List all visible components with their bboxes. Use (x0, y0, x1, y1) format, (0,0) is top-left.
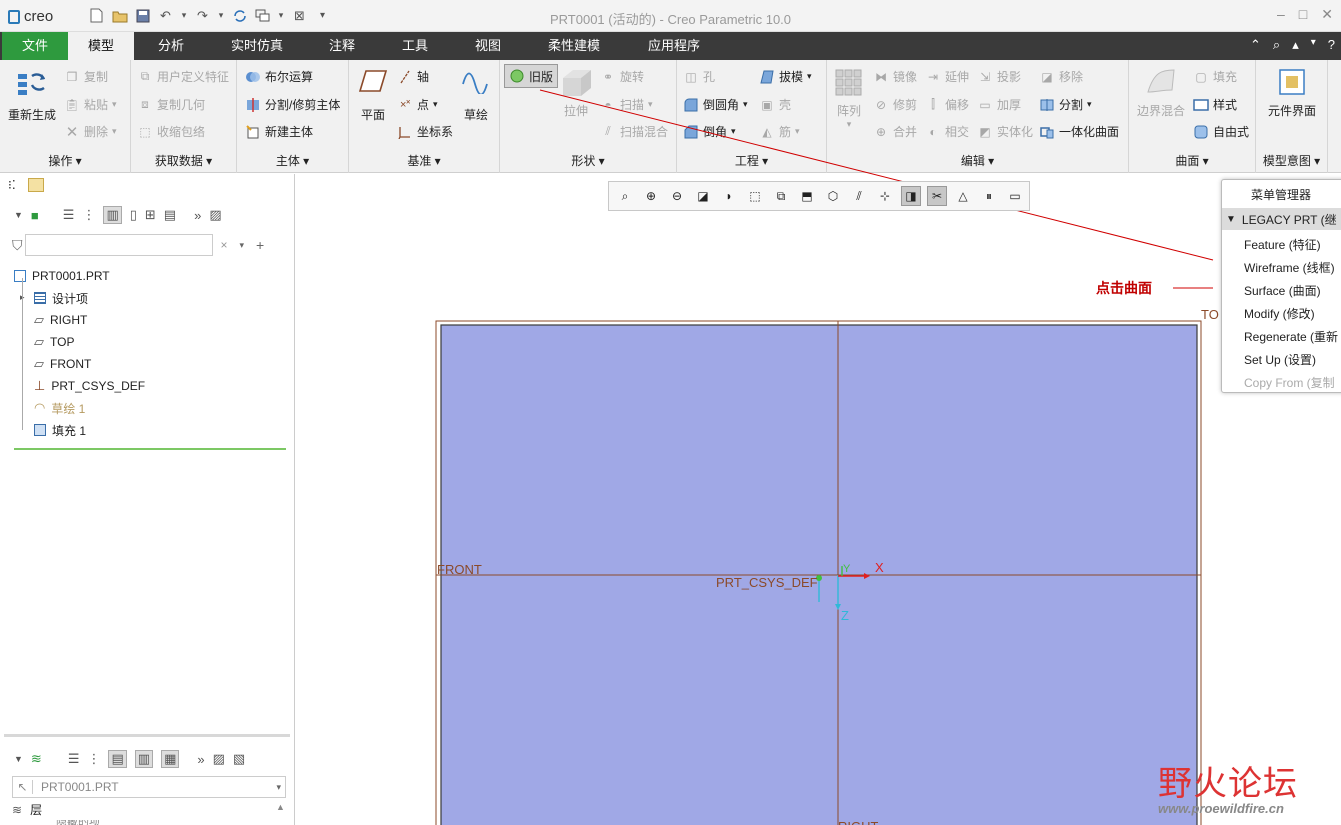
zoom-in-icon[interactable]: ⊕ (641, 186, 661, 206)
display-style-icon[interactable]: ◗ (719, 186, 739, 206)
watermark-logo: 野火论坛 (1158, 756, 1298, 805)
annotation-leader-line (539, 89, 1214, 261)
menu-manager: 菜单管理器 ▼ LEGACY PRT (继 Feature (特征) Wirefr… (1221, 179, 1341, 393)
refit-icon[interactable]: ⌕ (615, 186, 635, 206)
section-icon[interactable]: ⬡ (823, 186, 843, 206)
label-x-axis: X (875, 560, 884, 575)
label-right: RIGHT (838, 819, 878, 825)
csys-display-icon[interactable]: ✂ (927, 186, 947, 206)
repaint-icon[interactable]: ◪ (693, 186, 713, 206)
perspective-icon[interactable]: ⬒ (797, 186, 817, 206)
menu-item-regenerate[interactable]: Regenerate (重新 (1244, 328, 1338, 345)
menu-item-copy-from[interactable]: Copy From (复制 (1244, 374, 1335, 391)
datum-display-icon[interactable]: ⫽ (849, 186, 869, 206)
watermark-url: www.proewildfire.cn (1158, 801, 1284, 816)
menu-manager-header[interactable]: ▼ LEGACY PRT (继 (1222, 208, 1341, 230)
point-display-icon[interactable]: △ (953, 186, 973, 206)
menu-item-feature[interactable]: Feature (特征) (1244, 236, 1321, 253)
view-manager-icon[interactable]: ⧉ (771, 186, 791, 206)
watermark-name: 野火论坛 (1158, 764, 1298, 804)
menu-item-wireframe[interactable]: Wireframe (线框) (1244, 259, 1335, 276)
menu-item-surface[interactable]: Surface (曲面) (1244, 282, 1321, 299)
label-y-axis: Y (843, 563, 851, 575)
label-csys: PRT_CSYS_DEF (716, 575, 818, 590)
annotation-text: 点击曲面 (1096, 281, 1152, 297)
spin-center-icon[interactable]: ◨ (901, 186, 921, 206)
label-z-axis: Z (841, 608, 849, 623)
label-front: FRONT (437, 562, 482, 577)
menu-item-setup[interactable]: Set Up (设置) (1244, 351, 1316, 368)
label-top: TOP (1201, 307, 1219, 322)
graphics-toolbar: ⌕ ⊕ ⊖ ◪ ◗ ⬚ ⧉ ⬒ ⬡ ⫽ ⊹ ◨ ✂ △ ⏸ ▭ (608, 181, 1030, 211)
record-icon[interactable]: ▭ (1005, 186, 1025, 206)
pause-icon[interactable]: ⏸ (979, 186, 999, 206)
annotation-display-icon[interactable]: ⊹ (875, 186, 895, 206)
saved-orientations-icon[interactable]: ⬚ (745, 186, 765, 206)
graphics-overlay (435, 89, 1214, 825)
menu-item-modify[interactable]: Modify (修改) (1244, 305, 1315, 322)
collapse-arrow-icon: ▼ (1226, 213, 1236, 225)
zoom-out-icon[interactable]: ⊖ (667, 186, 687, 206)
menu-manager-title: 菜单管理器 (1250, 188, 1311, 202)
